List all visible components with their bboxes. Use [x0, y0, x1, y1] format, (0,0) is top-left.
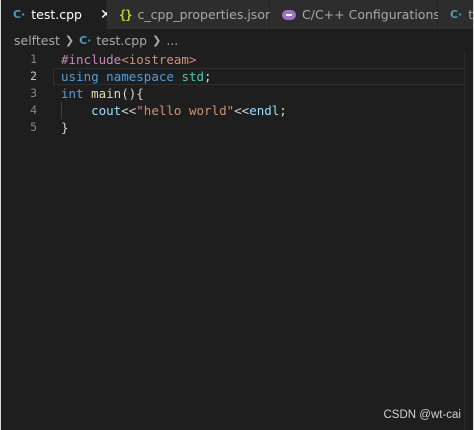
operator: << [121, 103, 137, 118]
function-name: main [91, 86, 122, 101]
tab-bar: C· test.cpp ✕ {} c_cpp_properties.json C… [1, 0, 473, 29]
indent-guide [61, 102, 62, 119]
scrollbar-track[interactable] [465, 51, 473, 430]
line-number: 5 [30, 120, 37, 134]
breadcrumb: selftest ❯ C· test.cpp ❯ ... [1, 29, 473, 51]
tab-label: th [468, 7, 473, 22]
string-literal: "hello world" [136, 103, 235, 118]
keyword: int [61, 86, 84, 101]
cpp-file-icon: C· [450, 8, 463, 21]
tab-cpp-configurations[interactable]: C/C++ Configurations [270, 0, 440, 29]
keyword: namespace [106, 69, 174, 84]
punctuation: (){ [121, 86, 144, 101]
configurations-icon [282, 9, 296, 20]
code-line: } [61, 119, 473, 136]
line-number: 1 [30, 52, 37, 66]
editor-window: C· test.cpp ✕ {} c_cpp_properties.json C… [1, 0, 473, 430]
tab-partial[interactable]: C· th [438, 0, 473, 29]
code-line: #include<iostream> [61, 51, 473, 68]
operator: << [234, 103, 250, 118]
closing-brace: } [61, 120, 69, 135]
code-line: cout<<"hello world"<<endl; [61, 102, 473, 119]
line-number: 3 [30, 86, 37, 100]
watermark: CSDN @wt-cai [383, 409, 462, 421]
line-number: 4 [30, 103, 37, 117]
json-file-icon: {} [119, 7, 132, 22]
keyword: using [61, 69, 99, 84]
cpp-file-icon: C· [13, 8, 26, 21]
tab-label: c_cpp_properties.json [137, 7, 273, 22]
identifier: endl [249, 103, 280, 118]
semicolon: ; [279, 103, 287, 118]
chevron-right-icon: ❯ [64, 33, 75, 47]
cpp-file-icon: C· [79, 33, 92, 47]
semicolon: ; [204, 69, 212, 84]
tab-test-cpp[interactable]: C· test.cpp ✕ [1, 0, 112, 29]
breadcrumb-folder[interactable]: selftest [14, 33, 60, 48]
breadcrumb-file[interactable]: test.cpp [96, 33, 147, 48]
code-line: int main(){ [61, 85, 473, 102]
identifier: cout [91, 103, 122, 118]
code-line-current: using namespace std; [53, 68, 473, 85]
tab-label: test.cpp [31, 7, 82, 22]
namespace-name: std [181, 69, 205, 84]
code-area[interactable]: #include<iostream> using namespace std; … [61, 51, 473, 136]
breadcrumb-more[interactable]: ... [166, 33, 178, 48]
code-editor[interactable]: 1 2 3 4 5 #include<iostream> using names… [1, 51, 473, 430]
include-library: <iostream> [121, 52, 197, 67]
include-directive: #include [61, 52, 122, 67]
tab-c-cpp-properties[interactable]: {} c_cpp_properties.json [107, 0, 273, 29]
tab-label: C/C++ Configurations [302, 7, 440, 22]
chevron-right-icon: ❯ [152, 33, 162, 47]
line-number: 2 [30, 69, 37, 83]
line-number-gutter: 1 2 3 4 5 [1, 51, 53, 136]
